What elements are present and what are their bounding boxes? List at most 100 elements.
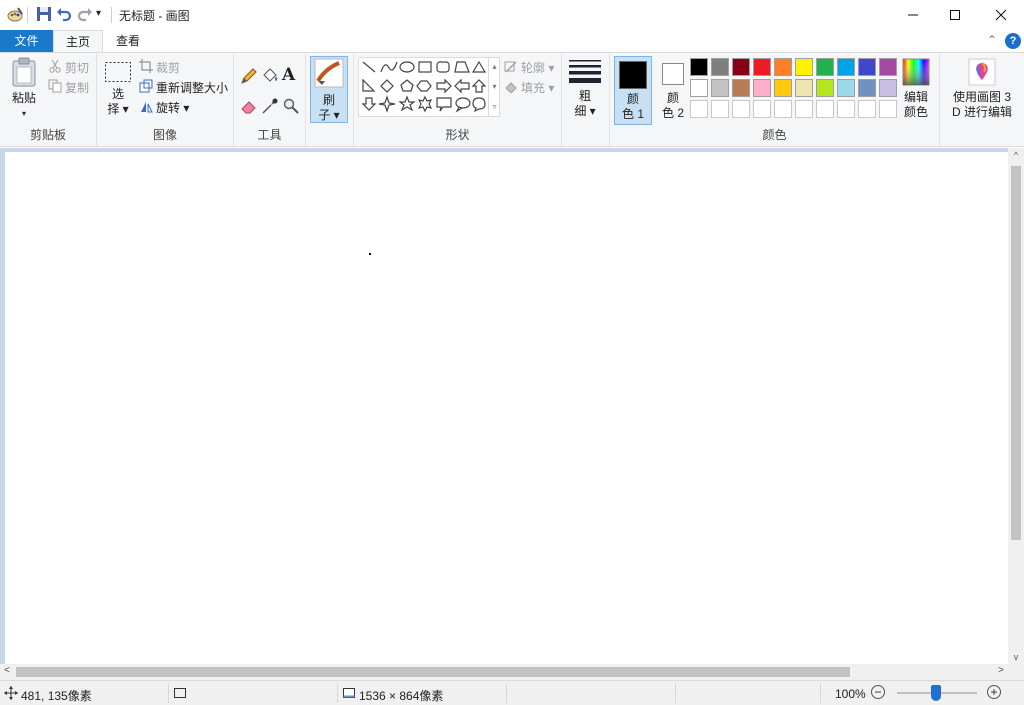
brushes-label: 刷 — [322, 93, 335, 107]
text-tool-icon[interactable]: A — [282, 65, 295, 85]
collapse-ribbon-icon[interactable]: ⌃ — [987, 33, 997, 47]
pencil-icon[interactable] — [240, 67, 258, 88]
fill-bucket-icon[interactable] — [261, 67, 279, 88]
color-picker-icon[interactable] — [261, 97, 279, 118]
rotate-button[interactable]: 旋转 ▾ — [139, 99, 189, 116]
brush-icon — [314, 58, 344, 88]
palette-color-swatch[interactable] — [879, 79, 897, 97]
fill-button[interactable]: 填充 ▾ — [504, 79, 554, 96]
color2-button[interactable]: 颜 色 2 — [654, 56, 692, 125]
status-bar: 481, 135像素 1536 × 864像素 100% − + — [0, 680, 1024, 705]
palette-color-swatch[interactable] — [774, 79, 792, 97]
minimize-button[interactable] — [890, 0, 936, 30]
color1-button[interactable]: 颜 色 1 — [614, 56, 652, 125]
status-divider — [675, 684, 676, 703]
palette-custom-slot[interactable] — [879, 100, 897, 118]
palette-color-swatch[interactable] — [732, 58, 750, 76]
paint3d-label: 使用画图 3 — [952, 90, 1011, 104]
ribbon-tabs: 文件 主页 查看 ⌃ ? — [0, 30, 1024, 53]
cut-button[interactable]: 剪切 — [48, 59, 89, 76]
status-divider — [820, 684, 821, 703]
horizontal-scrollbar[interactable]: < > — [0, 664, 1008, 680]
select-button[interactable]: 选 择 ▾ — [103, 61, 133, 117]
select-dropdown-label: 择 ▾ — [107, 102, 129, 116]
shapes-gallery[interactable] — [358, 57, 500, 117]
outline-button[interactable]: 轮廓 ▾ — [504, 59, 554, 76]
palette-color-swatch[interactable] — [837, 79, 855, 97]
palette-custom-slot[interactable] — [774, 100, 792, 118]
ribbon: 粘贴 ▾ 剪切 复制 剪贴板 选 择 ▾ 裁剪 重新调整大小 旋转 ▾ 图像 A… — [0, 52, 1024, 147]
edit-colors-button[interactable]: 编辑 颜色 — [898, 58, 934, 120]
palette-custom-slot[interactable] — [753, 100, 771, 118]
palette-color-swatch[interactable] — [774, 58, 792, 76]
palette-color-swatch[interactable] — [816, 79, 834, 97]
palette-color-swatch[interactable] — [795, 58, 813, 76]
palette-color-swatch[interactable] — [753, 79, 771, 97]
palette-custom-slot[interactable] — [816, 100, 834, 118]
zoom-in-button[interactable]: + — [987, 685, 1001, 699]
color-palette — [690, 58, 900, 124]
tools-group: A 工具 — [234, 53, 306, 146]
palette-color-swatch[interactable] — [858, 79, 876, 97]
palette-color-swatch[interactable] — [711, 79, 729, 97]
crop-button[interactable]: 裁剪 — [139, 59, 180, 76]
copy-label: 复制 — [65, 81, 90, 95]
brushes-button[interactable]: 刷 子 ▾ — [310, 56, 348, 123]
vertical-scroll-thumb[interactable] — [1011, 166, 1021, 540]
shapes-scroll[interactable]: ▴ ▾ ▿ — [488, 57, 500, 117]
tab-file[interactable]: 文件 — [0, 30, 53, 52]
paste-dropdown-arrow: ▾ — [21, 109, 26, 118]
palette-color-swatch[interactable] — [690, 58, 708, 76]
paste-button[interactable]: 粘贴 ▾ — [6, 57, 42, 121]
palette-color-swatch[interactable] — [690, 79, 708, 97]
palette-color-swatch[interactable] — [858, 58, 876, 76]
help-icon[interactable]: ? — [1005, 33, 1021, 49]
palette-color-swatch[interactable] — [879, 58, 897, 76]
drawing-canvas[interactable] — [5, 152, 1008, 664]
palette-color-swatch[interactable] — [816, 58, 834, 76]
scroll-left-icon[interactable]: < — [4, 665, 10, 676]
palette-custom-slot[interactable] — [837, 100, 855, 118]
image-group: 选 择 ▾ 裁剪 重新调整大小 旋转 ▾ 图像 — [97, 53, 234, 146]
shape-fill-icon — [504, 79, 518, 96]
resize-button[interactable]: 重新调整大小 — [139, 79, 228, 96]
paint3d-group: 使用画图 3 D 进行编辑 — [940, 53, 1024, 146]
palette-color-swatch[interactable] — [837, 58, 855, 76]
zoom-out-button[interactable]: − — [871, 685, 885, 699]
palette-color-swatch[interactable] — [753, 58, 771, 76]
vertical-scrollbar[interactable]: ^ v — [1008, 148, 1024, 664]
horizontal-scroll-thumb[interactable] — [16, 667, 850, 677]
palette-custom-slot[interactable] — [732, 100, 750, 118]
scroll-down-icon[interactable]: v — [1008, 652, 1024, 662]
save-icon[interactable] — [36, 6, 52, 24]
outline-label: 轮廓 ▾ — [521, 61, 555, 75]
scroll-up-icon[interactable]: ^ — [1008, 150, 1024, 160]
maximize-button[interactable] — [932, 0, 978, 30]
undo-icon[interactable] — [56, 6, 72, 24]
palette-custom-slot[interactable] — [858, 100, 876, 118]
scroll-right-icon[interactable]: > — [998, 665, 1004, 676]
canvas-dot — [369, 253, 371, 255]
paint-app-icon[interactable] — [6, 6, 24, 24]
zoom-slider-thumb[interactable] — [931, 685, 941, 701]
palette-custom-slot[interactable] — [711, 100, 729, 118]
copy-button[interactable]: 复制 — [48, 79, 89, 96]
canvas-size-icon — [342, 686, 356, 703]
qa-customize-dropdown[interactable]: ▾ — [96, 8, 101, 26]
magnifier-icon[interactable] — [282, 97, 300, 118]
tab-view[interactable]: 查看 — [103, 30, 153, 52]
palette-color-swatch[interactable] — [732, 79, 750, 97]
palette-custom-slot[interactable] — [795, 100, 813, 118]
palette-custom-slot[interactable] — [690, 100, 708, 118]
eraser-icon[interactable] — [240, 97, 258, 118]
color1-label: 颜 — [626, 92, 639, 106]
close-button[interactable] — [978, 0, 1024, 30]
tab-home[interactable]: 主页 — [53, 30, 103, 53]
outline-icon — [504, 59, 518, 76]
size-button[interactable]: 粗 细 ▾ — [568, 59, 602, 119]
copy-icon — [48, 79, 62, 96]
palette-color-swatch[interactable] — [795, 79, 813, 97]
redo-icon[interactable] — [77, 6, 93, 24]
edit-with-paint3d-button[interactable]: 使用画图 3 D 进行编辑 — [942, 58, 1022, 120]
palette-color-swatch[interactable] — [711, 58, 729, 76]
